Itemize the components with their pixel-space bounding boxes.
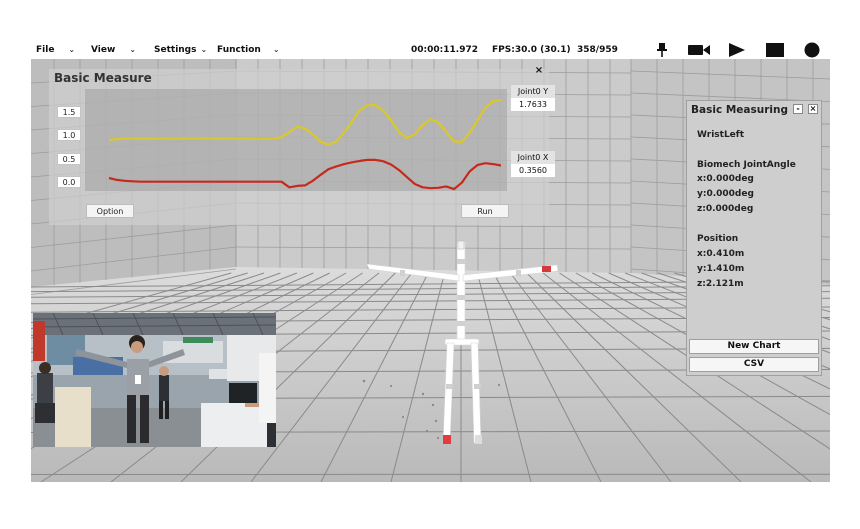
joint-marker	[457, 295, 465, 300]
position-z-value: z:2.121m	[697, 279, 744, 289]
app-window: File ⌄ View ⌄ Settings ⌄ Function ⌄ 00:00:11…	[31, 41, 830, 482]
angle-y-value: y:0.000deg	[697, 189, 754, 199]
y-tick-label: 0.0	[57, 175, 81, 188]
plot-area	[85, 89, 507, 191]
csv-button[interactable]: CSV	[689, 357, 819, 372]
joint-marker	[457, 259, 465, 264]
panel-title: Basic Measuring	[691, 104, 788, 116]
readout-joint0-x: Joint0 X 0.3560	[511, 151, 555, 177]
section-heading: Biomech JointAngle	[697, 160, 796, 170]
joint-name: WristLeft	[697, 130, 745, 140]
play-icon[interactable]	[727, 42, 747, 58]
elapsed-time: 00:00:11.972	[411, 45, 478, 55]
video-camera-icon[interactable]	[687, 42, 711, 58]
joint-marker	[400, 270, 405, 276]
basic-measuring-panel: Basic Measuring - × WristLeft Biomech Jo…	[686, 100, 822, 376]
joint-marker	[516, 270, 521, 276]
line-chart	[85, 89, 507, 191]
record-icon[interactable]	[803, 42, 821, 58]
foot-right-marker	[443, 435, 451, 444]
y-tick-label: 1.5	[57, 106, 81, 119]
head-segment	[457, 240, 465, 250]
frame-counter: 358/959	[577, 45, 618, 55]
menu-bar: File ⌄ View ⌄ Settings ⌄ Function ⌄ 00:00:11…	[31, 41, 830, 59]
wrist-left-marker	[542, 266, 551, 272]
foot-left-marker	[475, 435, 482, 444]
camera-feed-image	[33, 313, 276, 447]
chevron-down-icon: ⌄	[272, 45, 280, 54]
menu-file-label: File	[36, 45, 55, 55]
menu-function-label: Function	[217, 45, 261, 55]
stop-icon[interactable]	[765, 42, 785, 58]
joint-marker	[474, 384, 481, 389]
basic-measure-panel: Basic Measure × 1.5 1.0 0.5 0.0 Joint0 Y 1.…	[49, 65, 555, 225]
run-button[interactable]: Run	[461, 204, 509, 218]
menu-function[interactable]: Function ⌄	[217, 44, 280, 56]
readout-label: Joint0 Y	[511, 85, 555, 98]
pin-icon[interactable]	[655, 42, 669, 58]
menu-file[interactable]: File ⌄	[36, 44, 75, 56]
menu-settings-label: Settings	[154, 45, 197, 55]
minimize-icon[interactable]: -	[793, 104, 803, 114]
menu-settings[interactable]: Settings ⌄	[154, 44, 207, 56]
joint-marker	[457, 321, 465, 326]
position-y-value: y:1.410m	[697, 264, 745, 274]
fps-readout: FPS:30.0 (30.1)	[492, 45, 571, 55]
readout-label: Joint0 X	[511, 151, 555, 164]
angle-z-value: z:0.000deg	[697, 204, 754, 214]
angle-x-value: x:0.000deg	[697, 174, 754, 184]
section-heading: Position	[697, 234, 739, 244]
y-tick-label: 0.5	[57, 152, 81, 165]
option-button[interactable]: Option	[86, 204, 134, 218]
chevron-down-icon: ⌄	[129, 45, 137, 54]
chevron-down-icon: ⌄	[68, 45, 76, 54]
menu-view[interactable]: View ⌄	[91, 44, 136, 56]
menu-view-label: View	[91, 45, 116, 55]
readout-joint0-y: Joint0 Y 1.7633	[511, 85, 555, 111]
chevron-down-icon: ⌄	[200, 45, 208, 54]
new-chart-button[interactable]: New Chart	[689, 339, 819, 354]
close-icon[interactable]: ×	[808, 104, 818, 114]
joint-marker	[446, 384, 453, 389]
readout-value: 1.7633	[511, 98, 555, 111]
position-x-value: x:0.410m	[697, 249, 745, 259]
readout-value: 0.3560	[511, 164, 555, 177]
y-tick-label: 1.0	[57, 129, 81, 142]
